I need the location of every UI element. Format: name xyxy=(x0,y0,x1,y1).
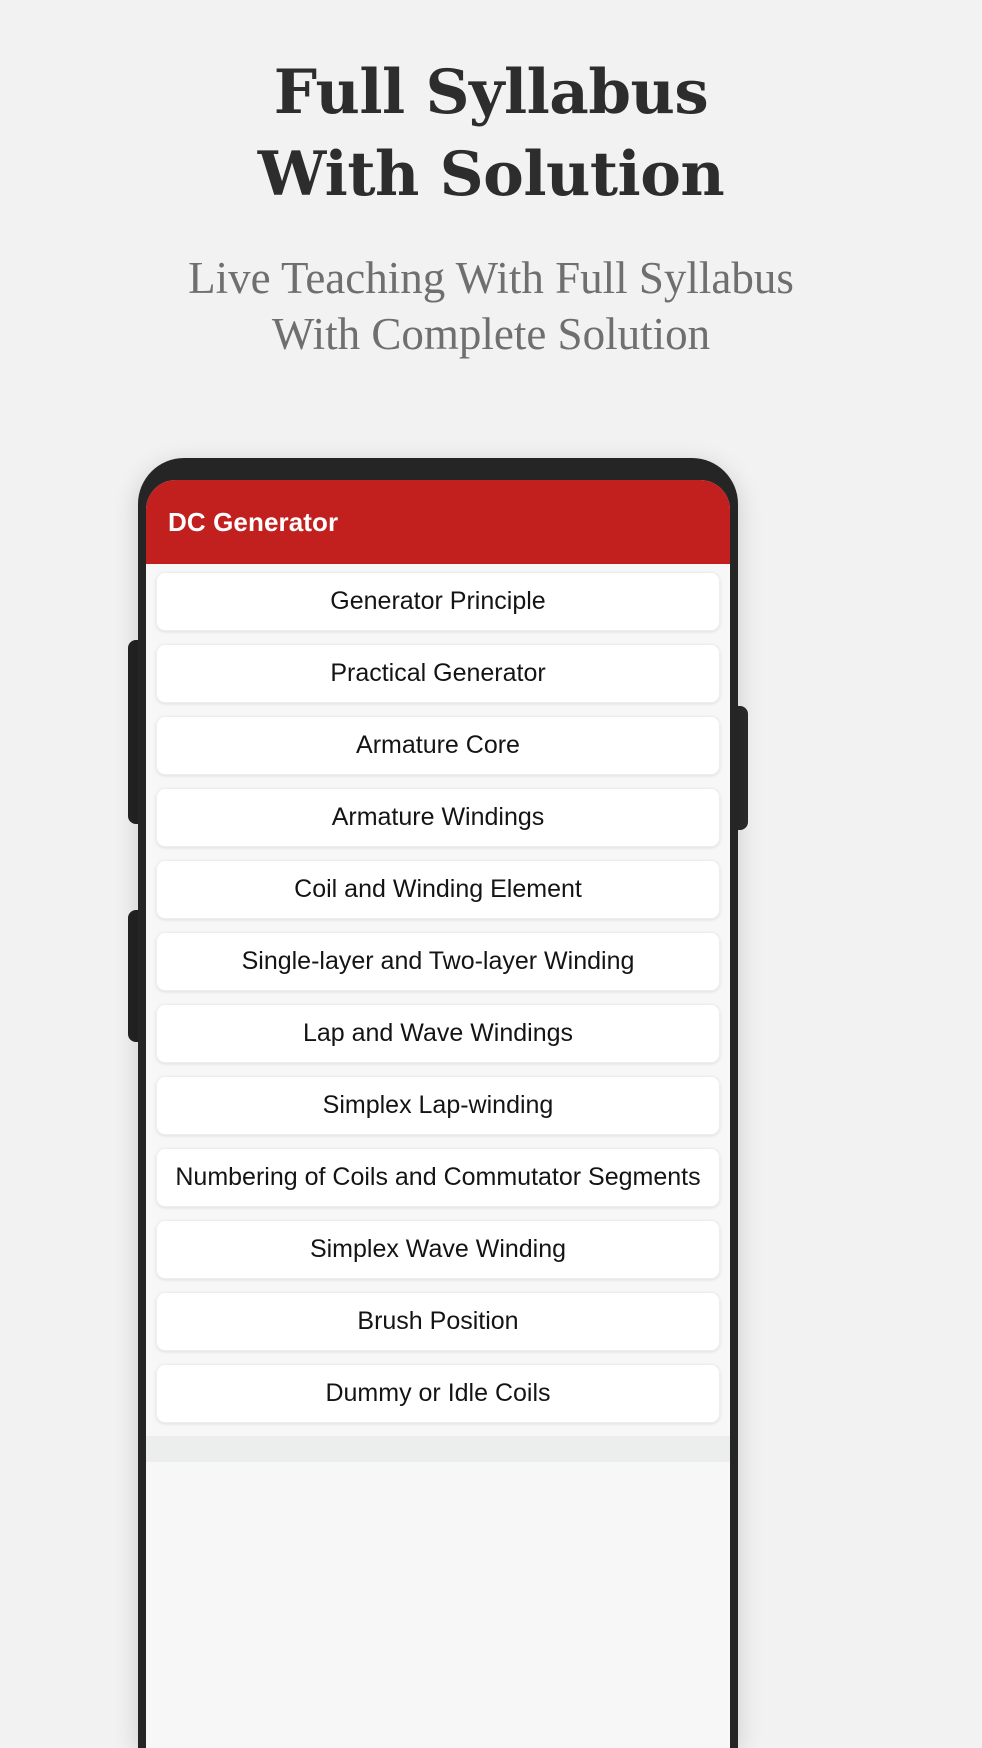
app-bar-title: DC Generator xyxy=(168,506,339,537)
page-subtitle-line-2: With Complete Solution xyxy=(271,309,711,359)
promo-header: Full Syllabus With Solution Live Teachin… xyxy=(0,0,982,362)
list-item[interactable]: Armature Core xyxy=(156,716,720,775)
topic-list[interactable]: Generator Principle Practical Generator … xyxy=(146,564,730,1748)
page-title-line-2: With Solution xyxy=(257,139,725,210)
page-title-line-1: Full Syllabus xyxy=(273,57,709,128)
list-item[interactable]: Simplex Wave Winding xyxy=(156,1220,720,1279)
list-item-label: Coil and Winding Element xyxy=(294,875,582,903)
list-item-label: Numbering of Coils and Commutator Segmen… xyxy=(175,1163,701,1191)
list-item[interactable]: Simplex Lap-winding xyxy=(156,1076,720,1135)
app-bar: DC Generator xyxy=(146,480,730,564)
list-item-label: Simplex Wave Winding xyxy=(309,1235,567,1263)
list-item[interactable]: Armature Windings xyxy=(156,788,720,847)
list-item-label: Lap and Wave Windings xyxy=(302,1019,574,1047)
list-item[interactable]: Numbering of Coils and Commutator Segmen… xyxy=(156,1148,720,1207)
list-item[interactable]: Practical Generator xyxy=(156,644,720,703)
page-subtitle: Live Teaching With Full Syllabus With Co… xyxy=(0,216,982,362)
list-item-label: Generator Principle xyxy=(330,587,546,615)
list-item[interactable]: Brush Position xyxy=(156,1292,720,1351)
list-item-label: Brush Position xyxy=(357,1307,519,1335)
list-item-label: Armature Core xyxy=(356,731,520,759)
phone-screen: DC Generator Generator Principle Practic… xyxy=(146,480,730,1748)
phone-mockup: DC Generator Generator Principle Practic… xyxy=(128,458,748,1748)
list-item[interactable]: Coil and Winding Element xyxy=(156,860,720,919)
list-item[interactable]: Single-layer and Two-layer Winding xyxy=(156,932,720,991)
list-item-label: Simplex Lap-winding xyxy=(322,1091,554,1119)
page-title: Full Syllabus With Solution xyxy=(0,0,982,216)
phone-frame: DC Generator Generator Principle Practic… xyxy=(138,458,738,1748)
list-item-label: Dummy or Idle Coils xyxy=(325,1379,551,1407)
list-item[interactable]: Dummy or Idle Coils xyxy=(156,1364,720,1423)
list-bottom-strip xyxy=(146,1436,730,1462)
list-item-label: Practical Generator xyxy=(330,659,546,687)
list-item[interactable]: Generator Principle xyxy=(156,572,720,631)
list-item[interactable]: Lap and Wave Windings xyxy=(156,1004,720,1063)
list-item-label: Armature Windings xyxy=(331,803,545,831)
list-item-label: Single-layer and Two-layer Winding xyxy=(241,947,635,975)
page-subtitle-line-1: Live Teaching With Full Syllabus xyxy=(188,253,794,303)
